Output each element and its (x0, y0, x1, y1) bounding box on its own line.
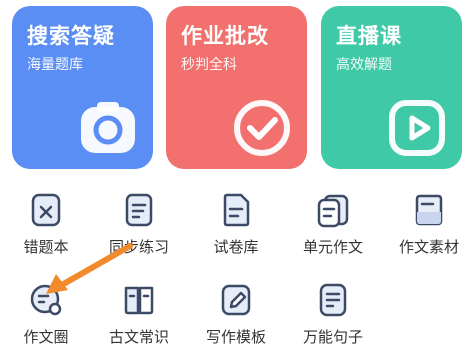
writing-template-icon (221, 284, 251, 316)
practice-notebook-icon (125, 193, 153, 227)
grid-item-unit-essay[interactable]: 单元作文 (293, 192, 373, 268)
wrong-notebook-icon (31, 193, 61, 227)
grid-item-label: 写作模板 (205, 328, 266, 346)
camera-icon (81, 102, 135, 153)
grid-item-label: 作文素材 (398, 238, 459, 256)
grid-item-essay-material[interactable]: 作文素材 (389, 192, 469, 268)
grid-item-exam-paper[interactable]: 试卷库 (196, 192, 276, 268)
homework-check-card[interactable]: 作业批改 秒判全科 (166, 6, 307, 169)
essay-material-icon (415, 194, 443, 226)
play-icon (389, 100, 445, 156)
exam-paper-icon (223, 193, 250, 227)
universal-sentence-icon (319, 283, 347, 317)
search-answer-title: 搜索答疑 (27, 24, 115, 48)
search-answer-subtitle: 海量题库 (27, 57, 83, 73)
grid-item-writing-template[interactable]: 写作模板 (196, 282, 276, 358)
unit-essay-icon (317, 194, 349, 228)
homework-check-title: 作业批改 (181, 24, 269, 48)
grid-item-label: 万能句子 (302, 328, 363, 346)
grid-item-label: 单元作文 (302, 238, 363, 256)
grid-item-universal-sentence[interactable]: 万能句子 (293, 282, 373, 358)
check-circle-icon (234, 100, 290, 156)
homework-check-subtitle: 秒判全科 (181, 57, 237, 73)
live-class-card[interactable]: 直播课 高效解题 (321, 6, 462, 169)
search-answer-card[interactable]: 搜索答疑 海量题库 (12, 6, 153, 169)
live-class-subtitle: 高效解题 (336, 57, 392, 73)
live-class-title: 直播课 (336, 24, 402, 48)
grid-item-label: 作文圈 (23, 328, 69, 346)
annotation-arrow-icon (46, 243, 133, 294)
grid-item-label: 古文常识 (108, 328, 169, 346)
grid-item-label: 试卷库 (213, 238, 259, 256)
